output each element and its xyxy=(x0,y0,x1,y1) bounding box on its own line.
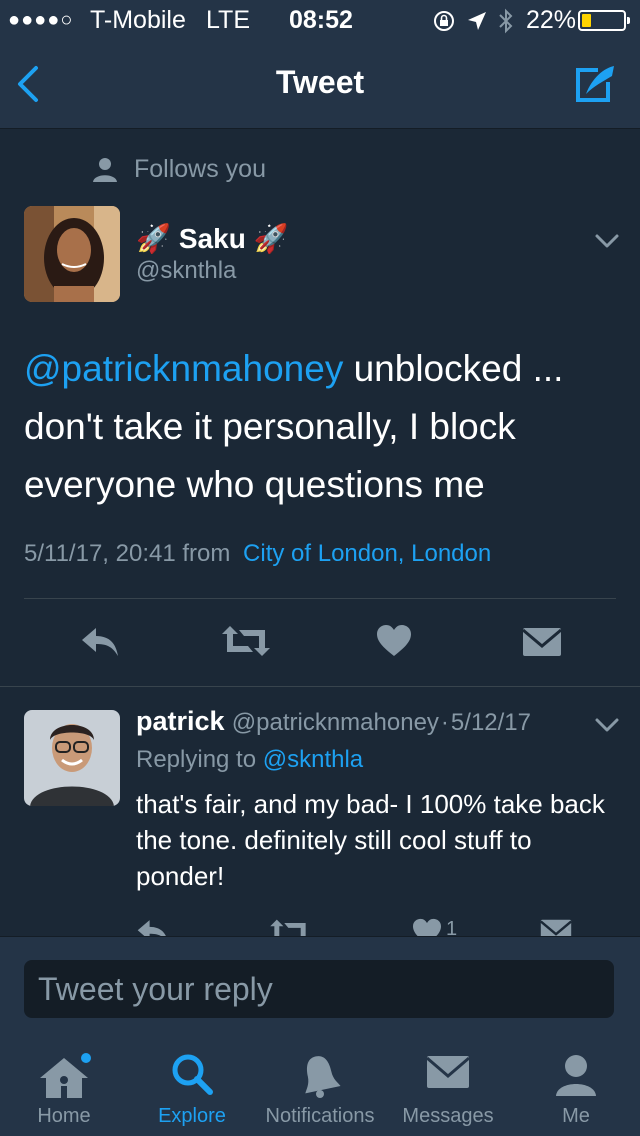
clock: 08:52 xyxy=(289,6,353,34)
saku-avatar-image xyxy=(24,206,120,302)
reply-text: that's fair, and my bad- I 100% take bac… xyxy=(136,789,605,891)
follows-you-row: Follows you xyxy=(92,152,266,186)
rocket-emoji-right: 🚀 xyxy=(253,223,289,254)
battery-percent: 22% xyxy=(526,6,577,34)
signal-strength: ●●●●○ xyxy=(8,9,74,31)
tab-explore[interactable]: Explore xyxy=(128,1040,256,1136)
location-link[interactable]: City of London, London xyxy=(243,540,491,567)
reply-chevron-down-icon[interactable] xyxy=(594,716,620,734)
tweet-reply-input[interactable] xyxy=(24,960,614,1018)
patrick-avatar-image xyxy=(24,710,120,806)
reply-separator: · xyxy=(440,709,449,736)
network-type: LTE xyxy=(206,6,250,34)
reply-header: patrick @patricknmahoney·5/12/17 xyxy=(136,706,531,737)
nav-bar: Tweet xyxy=(0,40,640,129)
like-heart-icon[interactable] xyxy=(376,624,412,658)
divider xyxy=(24,598,616,599)
reply-display-name[interactable]: patrick xyxy=(136,706,225,736)
page-title: Tweet xyxy=(275,64,365,100)
tab-me[interactable]: Me xyxy=(512,1040,640,1136)
user-handle[interactable]: @sknthla xyxy=(136,257,236,285)
bell-icon xyxy=(305,1056,341,1098)
search-icon xyxy=(172,1054,213,1095)
home-icon xyxy=(40,1053,91,1098)
tab-messages[interactable]: Messages xyxy=(384,1040,512,1136)
rocket-emoji-left: 🚀 xyxy=(136,223,171,254)
tab-notifications[interactable]: Notifications xyxy=(256,1040,384,1136)
display-name: Saku xyxy=(178,222,246,254)
person-icon xyxy=(93,158,117,182)
reply-handle[interactable]: @patricknmahoney xyxy=(232,709,439,736)
battery-icon xyxy=(578,10,630,31)
from-label: from xyxy=(182,540,231,567)
chevron-down-icon[interactable] xyxy=(594,232,620,250)
retweet-icon[interactable] xyxy=(222,624,270,658)
tab-label: Home xyxy=(37,1105,91,1127)
display-name-row[interactable]: 🚀 Saku 🚀 xyxy=(136,222,289,255)
reply-icon[interactable] xyxy=(80,626,120,658)
bluetooth-icon xyxy=(499,8,513,34)
tab-label: Explore xyxy=(158,1105,226,1127)
rotation-lock-icon xyxy=(434,11,454,31)
location-arrow-icon xyxy=(468,12,486,30)
tweet-text: @patricknmahoney unblocked ... don't tak… xyxy=(24,340,624,514)
tab-bar: Home Explore Notifications Messages Me xyxy=(0,1040,640,1136)
replying-to: Replying to @sknthla xyxy=(136,746,363,774)
tab-label: Notifications xyxy=(265,1105,375,1127)
new-content-dot xyxy=(81,1053,91,1063)
tab-home[interactable]: Home xyxy=(0,1040,128,1136)
reply-avatar[interactable] xyxy=(24,710,120,806)
follows-you-label: Follows you xyxy=(134,154,266,183)
direct-message-icon[interactable] xyxy=(522,626,562,658)
compose-quill-icon[interactable] xyxy=(574,64,618,104)
tweet-timestamp: 5/11/17, 20:41 xyxy=(24,540,176,567)
person-icon xyxy=(556,1055,596,1096)
replying-handle-link[interactable]: @sknthla xyxy=(263,746,363,773)
tab-label: Messages xyxy=(402,1105,494,1127)
mention-link[interactable]: @patricknmahoney xyxy=(24,348,343,389)
reply-date: 5/12/17 xyxy=(450,709,531,736)
tab-label: Me xyxy=(562,1105,590,1127)
replying-label: Replying to xyxy=(136,746,257,773)
carrier-name: T-Mobile xyxy=(90,6,186,34)
status-bar: ●●●●○ T-Mobile LTE 08:52 22% xyxy=(0,0,640,40)
avatar[interactable] xyxy=(24,206,120,302)
tweet-meta: 5/11/17, 20:41 from City of London, Lond… xyxy=(24,540,491,568)
envelope-icon xyxy=(426,1056,470,1088)
